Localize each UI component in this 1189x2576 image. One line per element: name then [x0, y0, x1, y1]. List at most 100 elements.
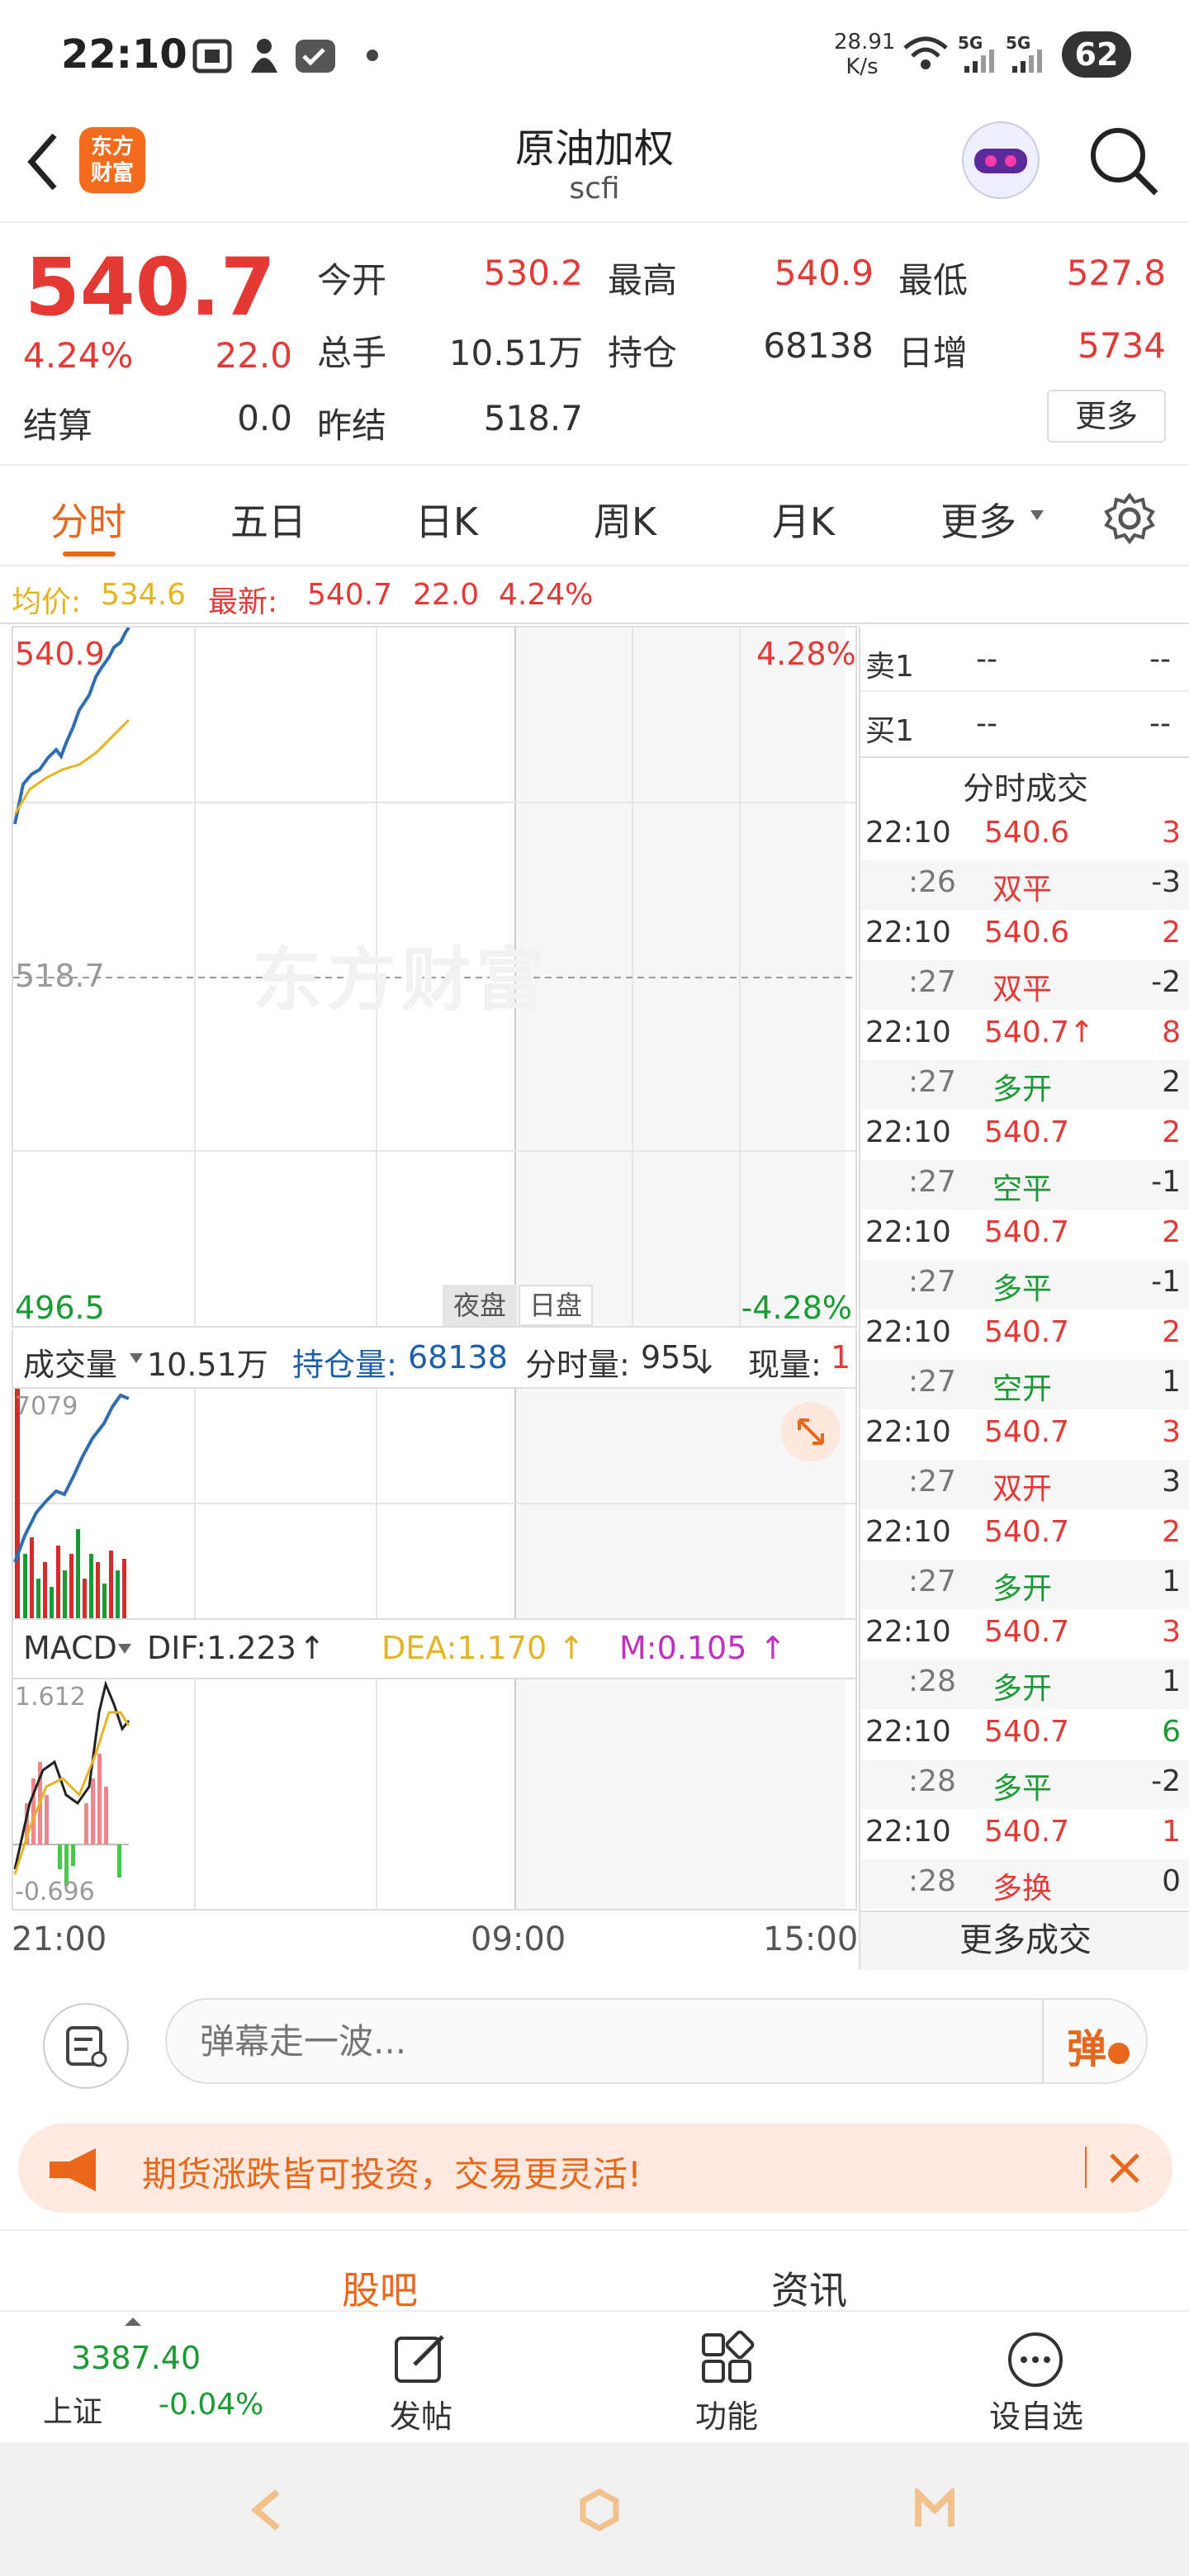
intraday-chart[interactable]: 东方财富 540.9 4.28% 518.7 496.5 -4.28% 夜盘 日…: [12, 626, 857, 1328]
sys-home-icon[interactable]: [578, 2488, 621, 2531]
tick-kind: 双开: [992, 1472, 1053, 1506]
tab-month-k[interactable]: 月K: [741, 492, 865, 547]
volume-chart[interactable]: 7079: [12, 1387, 857, 1620]
prev-settle-label: 昨结: [317, 405, 387, 446]
tick-time: 22:10: [865, 1016, 951, 1049]
caret-down-icon[interactable]: [129, 1352, 144, 1364]
status-bar: 22:10 28.91 K/s 5G 5G 62: [0, 0, 1189, 107]
bottom-toolbar: 3387.40 上证 -0.04% 发帖 功能 设自选: [0, 2310, 1189, 2442]
tick-price: 540.7: [984, 1815, 1070, 1849]
current-volume-label: 现量:: [748, 1347, 822, 1383]
macd-select[interactable]: MACD: [23, 1630, 117, 1666]
tab-week-k[interactable]: 周K: [563, 492, 687, 547]
tick-seconds: :27: [908, 1565, 956, 1598]
add-watchlist-button[interactable]: 设自选: [974, 2391, 1098, 2436]
tick-seconds: :26: [908, 865, 956, 899]
comment-bar: 弹: [0, 1975, 1189, 2099]
symbol-code: scfi: [569, 172, 620, 206]
tick-kind: 空开: [992, 1372, 1053, 1406]
tick-volume-label: 分时量:: [525, 1347, 630, 1383]
index-change[interactable]: -0.04%: [159, 2388, 263, 2422]
tab-news[interactable]: 资讯: [727, 2261, 892, 2315]
index-name[interactable]: 上证: [43, 2388, 102, 2431]
tab-intraday[interactable]: 分时: [26, 492, 150, 547]
dea-value: DEA:1.170: [381, 1630, 547, 1666]
indicator-select[interactable]: 成交量: [23, 1339, 117, 1385]
comment-input-wrap[interactable]: 弹: [165, 1998, 1148, 2084]
tick-kind: 双平: [992, 873, 1053, 907]
apps-icon[interactable]: [699, 2330, 756, 2388]
tick-row: 22:10 540.7 2 :27 多平 -1: [860, 1210, 1189, 1310]
tick-kind: 多平: [992, 1272, 1053, 1306]
open-value: 530.2: [483, 253, 583, 293]
index-value[interactable]: 3387.40: [71, 2340, 201, 2376]
current-volume-value: 1: [831, 1339, 851, 1376]
functions-button[interactable]: 功能: [677, 2391, 776, 2436]
clock: 22:10: [61, 31, 187, 78]
tick-price: 540.7: [984, 1215, 1070, 1249]
time-axis-start: 21:00: [12, 1920, 107, 1958]
net-speed: 28.91 K/s: [834, 30, 896, 79]
robot-assistant-icon[interactable]: [959, 117, 1042, 203]
day-session-toggle[interactable]: 日盘: [519, 1285, 593, 1326]
comment-list-button[interactable]: [43, 2003, 129, 2089]
expand-icon[interactable]: [781, 1402, 841, 1461]
expand-button[interactable]: [781, 1402, 841, 1461]
tick-oi-change: 1: [1162, 1365, 1181, 1399]
close-icon[interactable]: [1100, 2147, 1149, 2191]
tick-kind: 多开: [992, 1572, 1053, 1606]
caret-down-icon[interactable]: [117, 1643, 132, 1655]
axis-top-percent: 4.28%: [756, 636, 856, 672]
sys-recent-icon[interactable]: [913, 2488, 956, 2531]
caret-down-icon[interactable]: [1029, 509, 1045, 522]
tab-more[interactable]: 更多: [917, 492, 1040, 547]
macd-chart[interactable]: 1.612 -0.696: [12, 1678, 857, 1911]
axis-top-price: 540.9: [15, 636, 105, 672]
sys-back-icon[interactable]: [248, 2487, 286, 2533]
tick-qty: 1: [1162, 1815, 1181, 1849]
post-button[interactable]: 发帖: [372, 2391, 471, 2436]
tab-day-k[interactable]: 日K: [385, 492, 509, 547]
megaphone-icon: [50, 2148, 96, 2191]
signal-2-icon: [1012, 50, 1042, 73]
search-icon[interactable]: [1087, 124, 1161, 198]
tick-oi-change: 1: [1162, 1565, 1181, 1598]
caret-up-icon[interactable]: [124, 2317, 142, 2327]
tick-row: 22:10 540.7 2 :27 多开 1: [860, 1510, 1189, 1610]
night-session-toggle[interactable]: 夜盘: [443, 1285, 517, 1326]
app-logo[interactable]: 东方 财富: [79, 127, 145, 193]
tick-list[interactable]: 22:10 540.6 3 :26 双平 -3 22:10 540.6 2 :2…: [860, 811, 1189, 1909]
low-label: 最低: [898, 260, 969, 301]
price-summary-line: 均价: 534.6 最新: 540.7 22.0 4.24%: [0, 568, 1189, 624]
tick-oi-change: 1: [1162, 1664, 1181, 1698]
tick-volume-value: 955: [641, 1339, 701, 1376]
tick-oi-change: -1: [1151, 1265, 1181, 1299]
tick-seconds: :28: [908, 1864, 956, 1898]
settle-value: 0.0: [237, 398, 292, 438]
promo-banner[interactable]: 期货涨跌皆可投资，交易更灵活!: [18, 2124, 1172, 2213]
tick-price: 540.6: [984, 916, 1070, 949]
back-icon[interactable]: [23, 129, 64, 195]
more-circle-icon[interactable]: [1006, 2330, 1065, 2389]
volume-header: 成交量 10.51万 持仓量: 68138 分时量: 955 现量: 1: [12, 1329, 857, 1387]
danmaku-input[interactable]: [200, 2018, 910, 2064]
more-trades-button[interactable]: 更多成交: [860, 1911, 1189, 1970]
tick-oi-change: -2: [1151, 965, 1181, 999]
comment-list-icon[interactable]: [45, 2005, 127, 2087]
ask1-label: 卖1: [865, 650, 914, 684]
tab-five-day[interactable]: 五日: [206, 492, 330, 547]
chart-tabs: 分时 五日 日K 周K 月K 更多: [0, 467, 1189, 566]
macd-lines: [13, 1679, 846, 1909]
tick-time: 22:10: [865, 1315, 951, 1349]
arrow-down-icon: [696, 1349, 713, 1375]
quote-panel: 540.7 4.24% 22.0 今开 530.2 最高 540.9 最低 52…: [0, 225, 1189, 466]
edit-post-icon[interactable]: [391, 2330, 449, 2388]
tick-row: 22:10 540.6 2 :27 双平 -2: [860, 911, 1189, 1011]
danmaku-send-button[interactable]: 弹: [1067, 2016, 1106, 2074]
divider: [860, 690, 1189, 692]
last-price: 540.7: [25, 241, 276, 334]
bid1-qty: --: [1149, 707, 1171, 741]
settings-icon[interactable]: [1103, 492, 1156, 545]
more-button[interactable]: 更多: [1047, 390, 1166, 443]
tab-forum[interactable]: 股吧: [297, 2261, 462, 2315]
